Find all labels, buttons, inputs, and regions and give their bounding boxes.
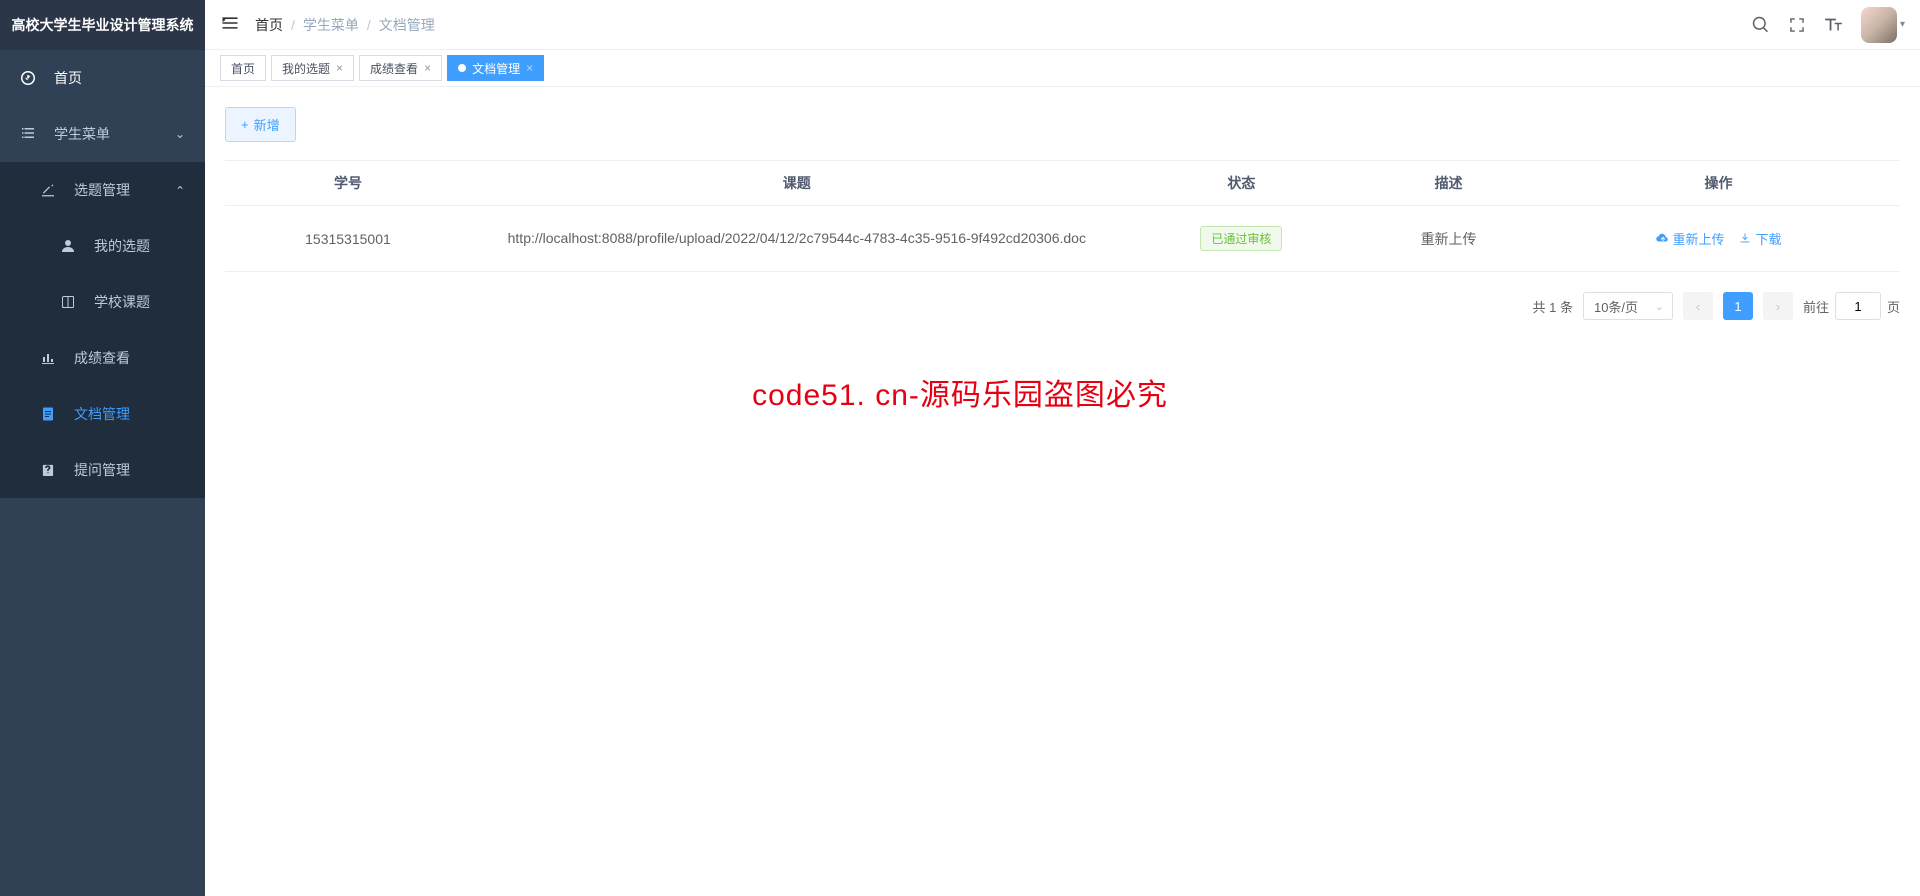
close-icon[interactable]: × bbox=[526, 61, 533, 75]
col-op: 操作 bbox=[1537, 161, 1900, 206]
user-menu[interactable]: ▾ bbox=[1861, 7, 1905, 43]
cell-topic: http://localhost:8088/profile/upload/202… bbox=[471, 206, 1123, 272]
sidebar-item-label: 提问管理 bbox=[74, 460, 185, 480]
add-button-label: 新增 bbox=[254, 115, 280, 134]
sidebar-item-school-topic[interactable]: 学校课题 bbox=[0, 274, 205, 330]
tab-doc-mgmt[interactable]: 文档管理 × bbox=[447, 55, 544, 81]
tab-home[interactable]: 首页 bbox=[220, 55, 266, 81]
breadcrumb-item[interactable]: 首页 bbox=[255, 15, 283, 35]
breadcrumb: 首页 / 学生菜单 / 文档管理 bbox=[255, 15, 435, 35]
tab-label: 首页 bbox=[231, 60, 255, 77]
app-title: 高校大学生毕业设计管理系统 bbox=[0, 0, 205, 50]
reupload-link[interactable]: 重新上传 bbox=[1656, 229, 1725, 248]
status-badge: 已通过审核 bbox=[1200, 226, 1282, 251]
page-size-select[interactable]: 10条/页 ⌄ bbox=[1583, 292, 1673, 320]
sidebar-item-label: 选题管理 bbox=[74, 180, 175, 200]
col-topic: 课题 bbox=[471, 161, 1123, 206]
add-button[interactable]: + 新增 bbox=[225, 107, 296, 142]
pagination: 共 1 条 10条/页 ⌄ ‹ 1 › 前往 页 bbox=[225, 292, 1900, 320]
chevron-up-icon: ⌄ bbox=[175, 127, 185, 141]
jump-suffix: 页 bbox=[1887, 297, 1900, 316]
main: 首页 / 学生菜单 / 文档管理 ▾ 首页 我的 bbox=[205, 0, 1920, 340]
content: + 新增 学号 课题 状态 描述 操作 15315315001 http://l… bbox=[205, 87, 1920, 340]
data-table: 学号 课题 状态 描述 操作 15315315001 http://localh… bbox=[225, 160, 1900, 272]
table-row: 15315315001 http://localhost:8088/profil… bbox=[225, 206, 1900, 272]
cell-sid: 15315315001 bbox=[225, 206, 471, 272]
question-icon bbox=[40, 462, 64, 478]
sidebar-item-home[interactable]: 首页 bbox=[0, 50, 205, 106]
sidebar-item-label: 成绩查看 bbox=[74, 348, 185, 368]
document-icon bbox=[40, 406, 64, 422]
sidebar-item-topic-mgmt[interactable]: 选题管理 ⌄ bbox=[0, 162, 205, 218]
chart-icon bbox=[40, 350, 64, 366]
close-icon[interactable]: × bbox=[424, 61, 431, 75]
tab-label: 我的选题 bbox=[282, 60, 330, 77]
book-icon bbox=[60, 294, 84, 310]
tab-label: 文档管理 bbox=[472, 60, 520, 77]
edit-icon bbox=[40, 182, 64, 198]
col-desc: 描述 bbox=[1360, 161, 1537, 206]
page-size-label: 10条/页 bbox=[1594, 297, 1638, 316]
sidebar-item-student-menu[interactable]: 学生菜单 ⌄ bbox=[0, 106, 205, 162]
close-icon[interactable]: × bbox=[336, 61, 343, 75]
plus-icon: + bbox=[241, 117, 249, 132]
header: 首页 / 学生菜单 / 文档管理 ▾ bbox=[205, 0, 1920, 50]
sidebar-item-label: 文档管理 bbox=[74, 404, 185, 424]
cell-desc: 重新上传 bbox=[1360, 206, 1537, 272]
page-number[interactable]: 1 bbox=[1723, 292, 1753, 320]
op-label: 重新上传 bbox=[1673, 229, 1725, 248]
chevron-right-icon: › bbox=[1776, 299, 1780, 314]
download-icon bbox=[1738, 231, 1752, 245]
list-icon bbox=[20, 125, 44, 144]
breadcrumb-item: 文档管理 bbox=[379, 15, 435, 35]
sidebar-item-qa-mgmt[interactable]: 提问管理 bbox=[0, 442, 205, 498]
avatar bbox=[1861, 7, 1897, 43]
chevron-left-icon: ‹ bbox=[1696, 299, 1700, 314]
caret-down-icon: ▾ bbox=[1900, 19, 1905, 30]
breadcrumb-item: 学生菜单 bbox=[303, 15, 359, 35]
page-jump-input[interactable] bbox=[1835, 292, 1881, 320]
tab-label: 成绩查看 bbox=[370, 60, 418, 77]
sidebar-item-label: 学生菜单 bbox=[54, 124, 175, 144]
sidebar-item-my-topic[interactable]: 我的选题 bbox=[0, 218, 205, 274]
watermark-text: code51. cn-源码乐园盗图必究 bbox=[752, 370, 1168, 414]
sidebar: 高校大学生毕业设计管理系统 首页 学生菜单 ⌄ 选题管理 ⌄ 我的选题 bbox=[0, 0, 205, 896]
search-icon[interactable] bbox=[1751, 15, 1770, 34]
cell-status: 已通过审核 bbox=[1123, 206, 1360, 272]
tab-my-topic[interactable]: 我的选题 × bbox=[271, 55, 354, 81]
breadcrumb-sep: / bbox=[367, 17, 371, 33]
jump-prefix: 前往 bbox=[1803, 297, 1829, 316]
hamburger-toggle[interactable] bbox=[220, 13, 255, 36]
chevron-down-icon: ⌄ bbox=[1655, 300, 1664, 313]
tabs-bar: 首页 我的选题 × 成绩查看 × 文档管理 × bbox=[205, 50, 1920, 87]
op-label: 下载 bbox=[1755, 229, 1781, 248]
download-link[interactable]: 下载 bbox=[1738, 229, 1781, 248]
cloud-upload-icon bbox=[1656, 231, 1670, 245]
sidebar-item-grade-view[interactable]: 成绩查看 bbox=[0, 330, 205, 386]
breadcrumb-sep: / bbox=[291, 17, 295, 33]
user-icon bbox=[60, 238, 84, 254]
sidebar-item-label: 学校课题 bbox=[94, 292, 185, 312]
sidebar-item-label: 首页 bbox=[54, 68, 185, 88]
sidebar-item-doc-mgmt[interactable]: 文档管理 bbox=[0, 386, 205, 442]
chevron-up-icon: ⌄ bbox=[175, 183, 185, 197]
col-status: 状态 bbox=[1123, 161, 1360, 206]
pagination-total: 共 1 条 bbox=[1533, 297, 1573, 316]
fullscreen-icon[interactable] bbox=[1788, 16, 1806, 34]
font-size-icon[interactable] bbox=[1824, 15, 1843, 34]
tab-grade-view[interactable]: 成绩查看 × bbox=[359, 55, 442, 81]
cell-op: 重新上传 下载 bbox=[1537, 206, 1900, 272]
active-dot-icon bbox=[458, 64, 466, 72]
dashboard-icon bbox=[20, 70, 44, 86]
prev-page-button[interactable]: ‹ bbox=[1683, 292, 1713, 320]
sidebar-item-label: 我的选题 bbox=[94, 236, 185, 256]
next-page-button[interactable]: › bbox=[1763, 292, 1793, 320]
col-sid: 学号 bbox=[225, 161, 471, 206]
